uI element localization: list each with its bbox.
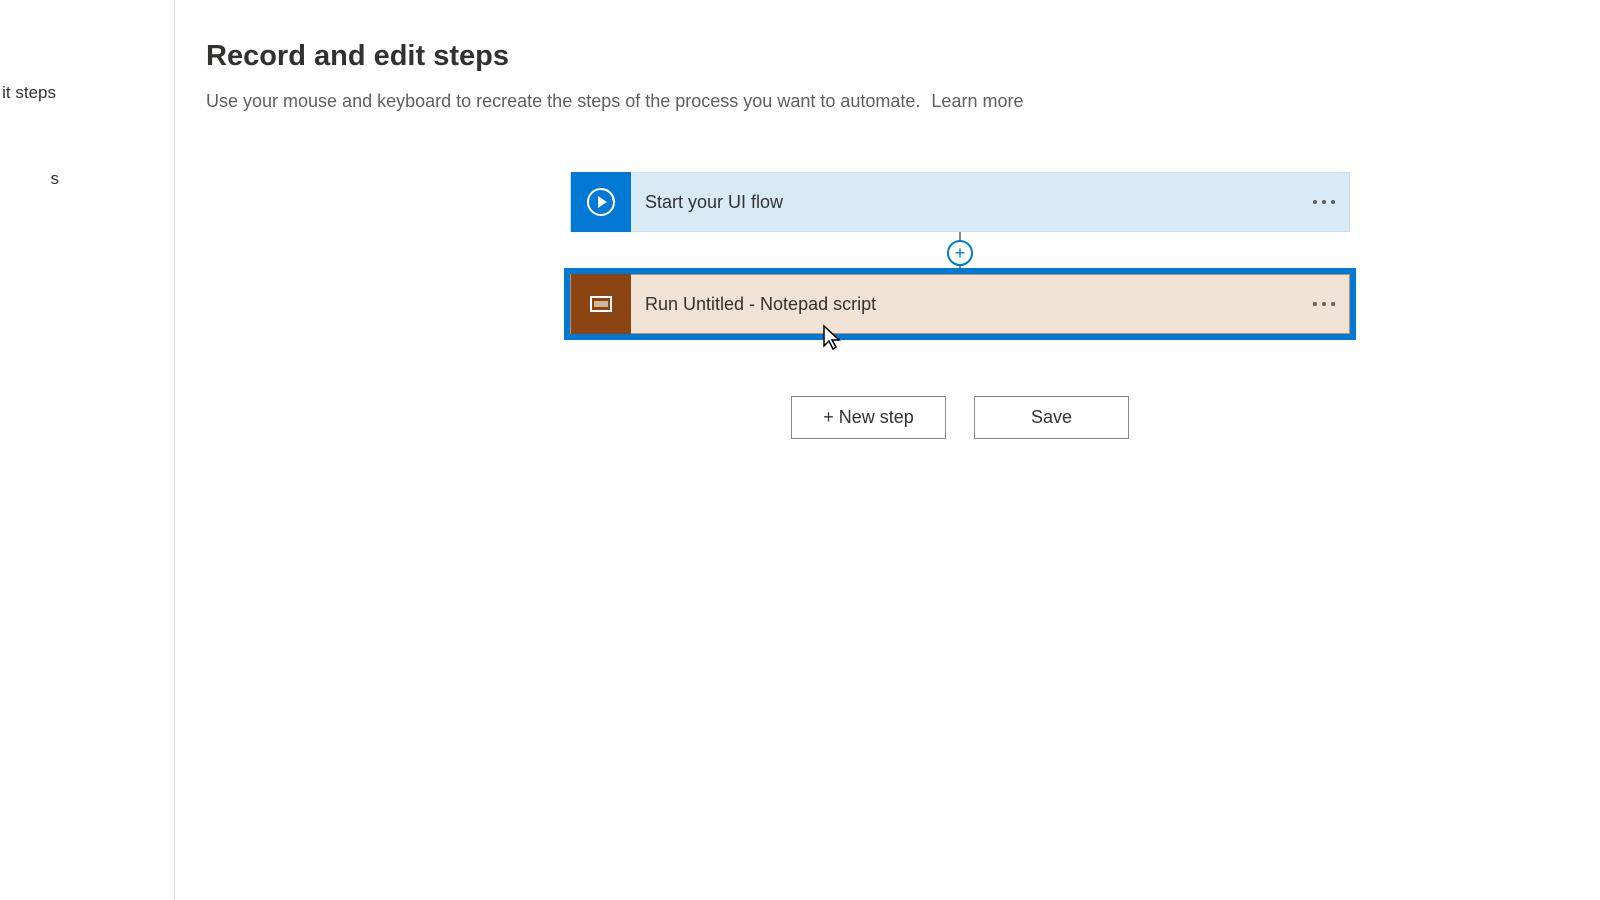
arrow-down-icon [959,266,961,274]
step-start-more-button[interactable] [1299,200,1349,204]
step-run-label: Run Untitled - Notepad script [631,294,1299,315]
step-start-label: Start your UI flow [631,192,1299,213]
learn-more-link[interactable]: Learn more [931,91,1023,111]
save-button[interactable]: Save [974,396,1129,439]
more-icon [1313,200,1335,204]
action-buttons: + New step Save [570,396,1350,439]
flow-connector: + [947,232,973,274]
page-subtitle: Use your mouse and keyboard to recreate … [206,91,1520,112]
main-content: Record and edit steps Use your mouse and… [206,40,1520,439]
sidebar-item-edit-steps[interactable]: it steps [0,75,174,111]
flow-container: Start your UI flow + Run Untitled - Note… [570,172,1350,334]
more-icon [1313,302,1335,306]
subtitle-text: Use your mouse and keyboard to recreate … [206,91,920,111]
play-icon [571,172,631,232]
script-icon [571,274,631,334]
new-step-button[interactable]: + New step [791,396,946,439]
sidebar-item-partial[interactable]: s [0,161,174,197]
step-run-more-button[interactable] [1299,302,1349,306]
add-step-inline-button[interactable]: + [947,240,973,266]
step-run-script[interactable]: Run Untitled - Notepad script [570,274,1350,334]
sidebar: it steps s [0,0,175,900]
page-title: Record and edit steps [206,40,1520,73]
step-start-flow[interactable]: Start your UI flow [570,172,1350,232]
